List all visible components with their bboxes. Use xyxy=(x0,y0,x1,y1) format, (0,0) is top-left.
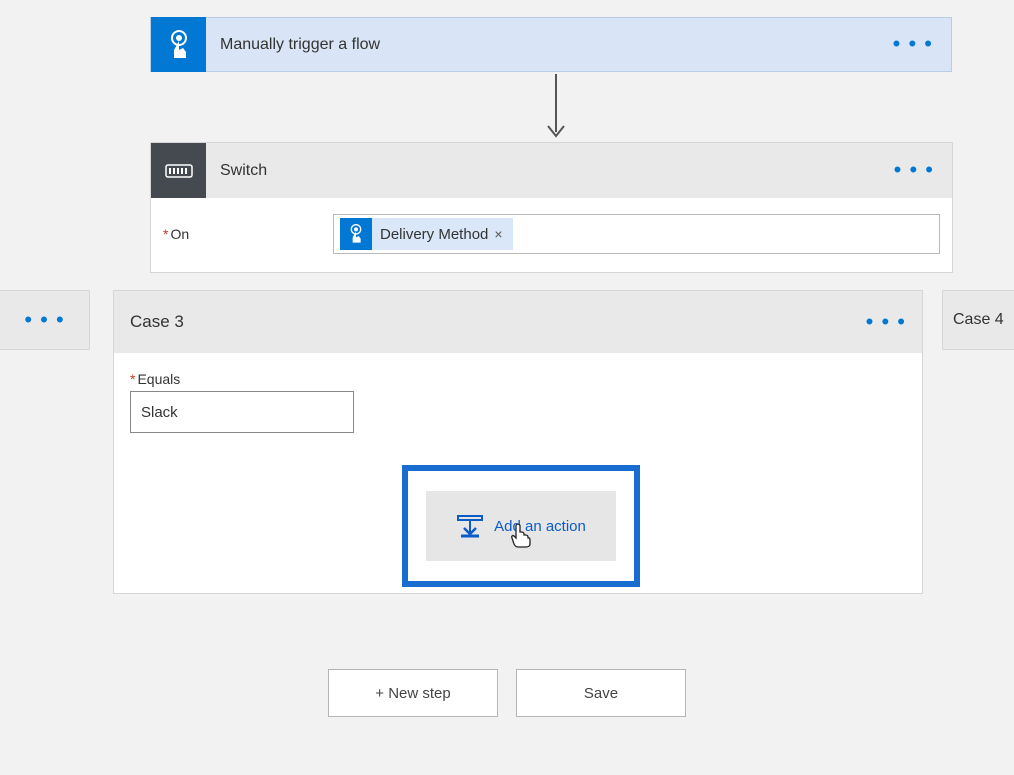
save-button[interactable]: Save xyxy=(516,669,686,717)
case-3-title: Case 3 xyxy=(130,312,184,332)
touch-icon xyxy=(167,30,191,60)
switch-on-input[interactable]: Delivery Method × xyxy=(333,214,940,254)
switch-card: Switch • • • *On Delivery Method × xyxy=(150,142,953,273)
trigger-more-button[interactable]: • • • xyxy=(875,42,951,46)
previous-case-card[interactable]: • • • xyxy=(0,290,90,350)
connector-arrow xyxy=(546,74,566,144)
new-step-button[interactable]: + New step xyxy=(328,669,498,717)
switch-body: *On Delivery Method × xyxy=(151,198,952,272)
add-action-icon xyxy=(456,514,484,538)
case-3-body: *Equals Add an action xyxy=(114,353,922,595)
switch-icon-box xyxy=(151,143,206,198)
required-star: * xyxy=(163,226,168,242)
footer: + New step Save xyxy=(0,669,1014,717)
trigger-card[interactable]: Manually trigger a flow • • • xyxy=(150,17,952,72)
case-4-title: Case 4 xyxy=(953,311,1004,329)
case-strip: • • • Case 3 • • • *Equals Ad xyxy=(0,290,1014,620)
case-3-card: Case 3 • • • *Equals Add an action xyxy=(113,290,923,594)
dynamic-content-token[interactable]: Delivery Method × xyxy=(340,218,513,250)
add-action-label: Add an action xyxy=(494,518,586,535)
switch-icon xyxy=(164,161,194,181)
case-4-card[interactable]: Case 4 xyxy=(942,290,1014,350)
trigger-icon-box xyxy=(151,17,206,72)
switch-header[interactable]: Switch • • • xyxy=(151,143,952,198)
case-3-header[interactable]: Case 3 • • • xyxy=(114,291,922,353)
switch-on-label: *On xyxy=(163,226,333,242)
equals-input[interactable] xyxy=(130,391,354,433)
case-3-more-button[interactable]: • • • xyxy=(866,320,906,324)
add-action-button[interactable]: Add an action xyxy=(426,491,616,561)
switch-title: Switch xyxy=(220,162,876,180)
touch-icon xyxy=(340,218,372,250)
required-star: * xyxy=(130,371,135,387)
add-action-highlight: Add an action xyxy=(402,465,640,587)
trigger-title: Manually trigger a flow xyxy=(220,36,875,54)
token-label: Delivery Method xyxy=(380,226,488,243)
token-remove[interactable]: × xyxy=(494,226,502,242)
switch-more-button[interactable]: • • • xyxy=(876,168,952,172)
prev-case-more-button[interactable]: • • • xyxy=(24,318,64,322)
equals-label: *Equals xyxy=(130,371,906,387)
